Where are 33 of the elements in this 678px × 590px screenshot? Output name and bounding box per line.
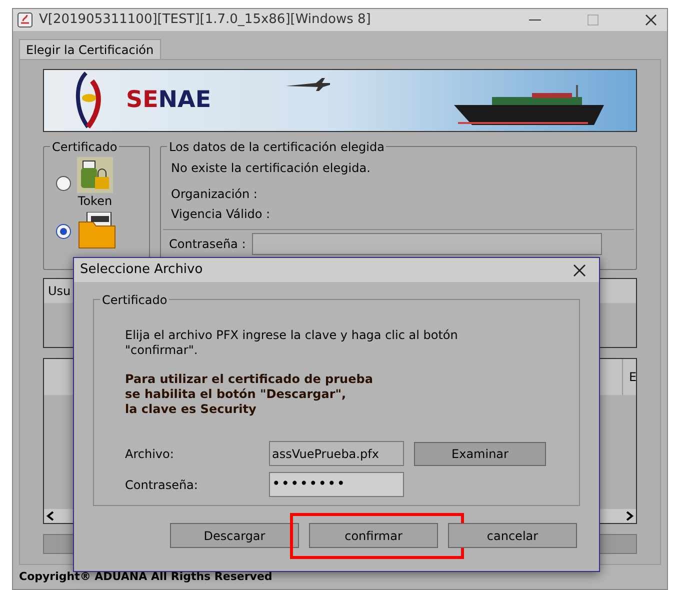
field-label: Archivo: xyxy=(125,446,175,462)
field-label: Organización : xyxy=(171,186,258,203)
browse-button[interactable]: Examinar xyxy=(414,442,546,466)
instruction-text: Elija el archivo PFX ingrese la clave y haga clic al botón "confirmar". xyxy=(125,328,459,358)
dialog-button[interactable]: Descargar xyxy=(170,523,299,548)
chevron-left-icon xyxy=(46,511,56,521)
dialog-button[interactable]: cancelar xyxy=(448,523,577,548)
window-title: V[201905311100][TEST][1.7.0_15x86][Windows 8] xyxy=(39,11,372,30)
close-icon[interactable] xyxy=(643,14,659,26)
field-label: Vigencia Válido : xyxy=(171,206,272,223)
dialog-title: Seleccione Archivo xyxy=(80,261,204,280)
radio-button[interactable] xyxy=(56,224,71,238)
group-title: Los datos de la certificación elegida xyxy=(167,138,386,156)
column-header[interactable]: E xyxy=(622,359,636,395)
copyright-text: Copyright® ADUANA All Rigths Reserved xyxy=(18,568,274,585)
logo-text: SENAE xyxy=(126,86,212,116)
option-label: Token xyxy=(78,193,112,210)
folder-icon xyxy=(77,212,117,250)
password-field[interactable]: •••••••• xyxy=(269,472,404,497)
radio-button[interactable] xyxy=(56,176,71,191)
tab[interactable]: Elegir la Certificación xyxy=(19,39,161,59)
dialog-button[interactable]: confirmar xyxy=(309,523,438,548)
app-icon xyxy=(17,12,33,28)
usb-lock-icon xyxy=(77,157,113,193)
close-icon[interactable] xyxy=(572,262,587,278)
chevron-right-icon xyxy=(624,511,634,521)
file-path-field[interactable]: assVuePrueba.pfx xyxy=(269,441,404,466)
field-label: Contraseña: xyxy=(125,476,199,494)
password-field[interactable] xyxy=(252,233,602,255)
field-label: Contraseña : xyxy=(169,236,246,253)
status-message: No existe la certificación elegida. xyxy=(171,160,372,177)
panel-header: Usu xyxy=(48,283,71,300)
note-text: Para utilizar el certificado de prueba se habilita el botón "Descargar", la clave es Security xyxy=(125,372,374,417)
